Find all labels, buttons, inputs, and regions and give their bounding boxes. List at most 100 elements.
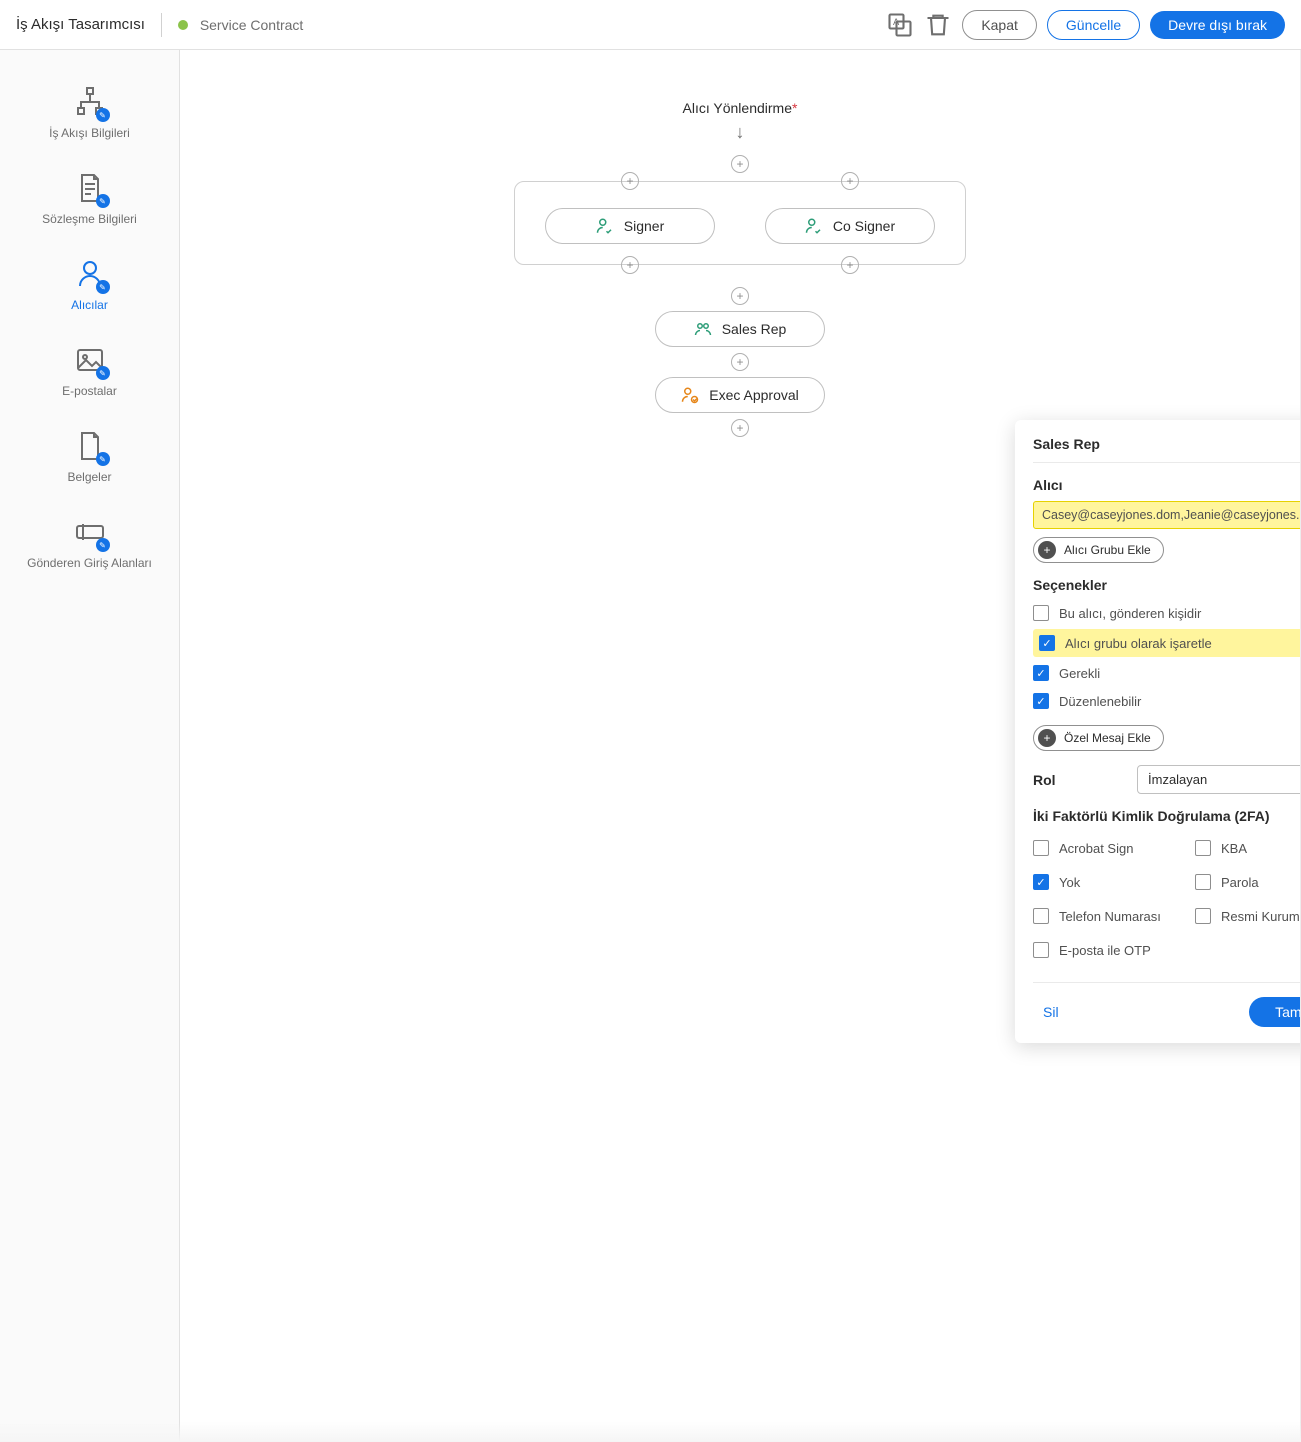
option-label: E-posta ile OTP: [1059, 943, 1151, 958]
tfa-kba[interactable]: KBA: [1195, 836, 1301, 860]
parallel-branch: + Signer + + Co Signer +: [514, 181, 966, 265]
role-row: Rol İmzalayan: [1033, 765, 1301, 794]
add-recipient-group-button[interactable]: + Alıcı Grubu Ekle: [1033, 537, 1164, 563]
option-label: Gerekli: [1059, 666, 1100, 681]
popup-header: Sales Rep: [1033, 436, 1301, 463]
sidebar-item-documents[interactable]: ✎ Belgeler: [0, 414, 179, 500]
plus-icon: +: [1038, 729, 1056, 747]
tfa-otp[interactable]: E-posta ile OTP: [1033, 938, 1185, 962]
add-node-button[interactable]: +: [731, 419, 749, 437]
tfa-password[interactable]: Parola: [1195, 870, 1301, 894]
recipient-label: Exec Approval: [709, 387, 799, 403]
topbar: İş Akışı Tasarımcısı Service Contract A …: [0, 0, 1301, 50]
recipient-exec[interactable]: Exec Approval: [655, 377, 825, 413]
checkbox[interactable]: [1033, 840, 1049, 856]
sidebar-item-sender-fields[interactable]: ✎ Gönderen Giriş Alanları: [0, 500, 179, 586]
option-mark-group[interactable]: Alıcı grubu olarak işaretle: [1033, 629, 1301, 657]
trash-icon[interactable]: [924, 11, 952, 39]
tfa-label: İki Faktörlü Kimlik Doğrulama (2FA): [1033, 808, 1301, 824]
canvas[interactable]: Alıcı Yönlendirme* ↓ + + Signer + +: [180, 50, 1301, 1442]
alici-label: Alıcı: [1033, 477, 1301, 493]
add-node-button[interactable]: +: [731, 155, 749, 173]
sidebar-item-label: Belgeler: [67, 470, 111, 484]
input-field-icon: ✎: [74, 516, 106, 548]
sidebar: ✎ İş Akışı Bilgileri ✎ Sözleşme Bilgiler…: [0, 50, 180, 1442]
document-lines-icon: ✎: [74, 172, 106, 204]
people-icon: [694, 320, 712, 338]
add-node-button[interactable]: +: [621, 256, 639, 274]
add-node-button[interactable]: +: [841, 172, 859, 190]
recipient-label: Signer: [624, 218, 664, 234]
checkbox[interactable]: [1039, 635, 1055, 651]
topbar-right: A Kapat Güncelle Devre dışı bırak: [886, 10, 1285, 40]
recipient-salesrep[interactable]: Sales Rep: [655, 311, 825, 347]
person-check-icon: [596, 217, 614, 235]
sidebar-item-recipients[interactable]: ✎ Alıcılar: [0, 242, 179, 328]
option-label: Telefon Numarası: [1059, 909, 1161, 924]
add-node-button[interactable]: +: [841, 256, 859, 274]
photo-icon: ✎: [74, 344, 106, 376]
disable-button[interactable]: Devre dışı bırak: [1150, 11, 1285, 39]
popup-footer: Sil Tamam: [1033, 982, 1301, 1027]
edit-badge-icon: ✎: [96, 452, 110, 466]
contract-name: Service Contract: [200, 17, 303, 33]
update-button[interactable]: Güncelle: [1047, 10, 1140, 40]
required-asterisk: *: [792, 100, 797, 116]
page-title: İş Akışı Tasarımcısı: [16, 16, 145, 33]
flow-title-text: Alıcı Yönlendirme: [683, 100, 792, 116]
checkbox[interactable]: [1033, 942, 1049, 958]
tfa-none[interactable]: Yok: [1033, 870, 1185, 894]
sidebar-item-workflow-info[interactable]: ✎ İş Akışı Bilgileri: [0, 70, 179, 156]
edit-badge-icon: ✎: [96, 108, 110, 122]
add-node-button[interactable]: +: [621, 172, 639, 190]
recipient-cosigner[interactable]: Co Signer: [765, 208, 935, 244]
contract-status: Service Contract: [178, 17, 303, 33]
tfa-options: Acrobat Sign KBA Yok Parola Telefon Numa…: [1033, 832, 1301, 966]
checkbox[interactable]: [1033, 693, 1049, 709]
add-node-button[interactable]: +: [731, 287, 749, 305]
recipient-signer[interactable]: Signer: [545, 208, 715, 244]
popup-title: Sales Rep: [1033, 436, 1100, 452]
status-dot-icon: [178, 20, 188, 30]
flow: Alıcı Yönlendirme* ↓ + + Signer + +: [180, 50, 1300, 443]
flow-title: Alıcı Yönlendirme*: [683, 100, 798, 116]
person-check-icon: [805, 217, 823, 235]
content: ✎ İş Akışı Bilgileri ✎ Sözleşme Bilgiler…: [0, 50, 1301, 1442]
checkbox[interactable]: [1195, 840, 1211, 856]
document-icon: ✎: [74, 430, 106, 462]
tfa-acrobat[interactable]: Acrobat Sign: [1033, 836, 1185, 860]
checkbox[interactable]: [1033, 908, 1049, 924]
option-label: Yok: [1059, 875, 1080, 890]
recipient-email-input[interactable]: [1033, 501, 1301, 529]
role-value: İmzalayan: [1148, 772, 1207, 787]
translate-icon[interactable]: A: [886, 11, 914, 39]
checkbox[interactable]: [1033, 605, 1049, 621]
checkbox[interactable]: [1033, 874, 1049, 890]
bottom-shadow: [0, 1422, 1301, 1442]
person-icon: ✎: [74, 258, 106, 290]
sidebar-item-label: E-postalar: [62, 384, 117, 398]
svg-text:A: A: [893, 17, 900, 27]
option-label: Düzenlenebilir: [1059, 694, 1141, 709]
recipient-label: Co Signer: [833, 218, 895, 234]
add-private-message-button[interactable]: + Özel Mesaj Ekle: [1033, 725, 1164, 751]
tfa-govid[interactable]: Resmi Kurum Kimliği: [1195, 904, 1301, 928]
role-label: Rol: [1033, 772, 1056, 788]
checkbox[interactable]: [1195, 874, 1211, 890]
checkbox[interactable]: [1033, 665, 1049, 681]
delete-button[interactable]: Sil: [1033, 1000, 1069, 1024]
divider: [161, 13, 162, 37]
option-required[interactable]: Gerekli: [1033, 661, 1301, 685]
chip-label: Özel Mesaj Ekle: [1064, 731, 1151, 745]
option-editable[interactable]: Düzenlenebilir: [1033, 689, 1301, 713]
sidebar-item-emails[interactable]: ✎ E-postalar: [0, 328, 179, 414]
add-node-button[interactable]: +: [731, 353, 749, 371]
checkbox[interactable]: [1195, 908, 1211, 924]
tfa-phone[interactable]: Telefon Numarası: [1033, 904, 1185, 928]
topbar-left: İş Akışı Tasarımcısı Service Contract: [16, 13, 303, 37]
role-select[interactable]: İmzalayan: [1137, 765, 1301, 794]
close-button[interactable]: Kapat: [962, 10, 1037, 40]
ok-button[interactable]: Tamam: [1249, 997, 1301, 1027]
sidebar-item-agreement-info[interactable]: ✎ Sözleşme Bilgileri: [0, 156, 179, 242]
option-sender[interactable]: Bu alıcı, gönderen kişidir: [1033, 601, 1301, 625]
